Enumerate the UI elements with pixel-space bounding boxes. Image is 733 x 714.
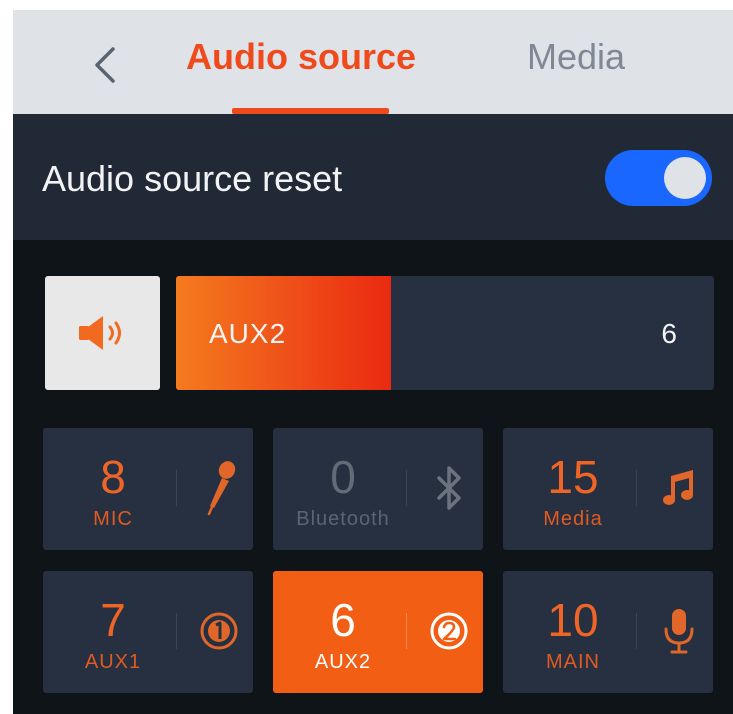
tile-value: 0	[330, 451, 356, 503]
tile-label: AUX1	[84, 651, 142, 673]
tab-audio-source[interactable]: Audio source	[186, 36, 416, 78]
tile-value: 7	[100, 594, 126, 646]
tile-divider	[636, 613, 637, 649]
audio-source-panel: Audio source Media Audio source reset AU…	[13, 10, 733, 714]
audio-source-reset-row: Audio source reset	[13, 114, 733, 240]
source-tile-main[interactable]: 10 MAIN	[503, 571, 713, 693]
tile-value: 10	[547, 594, 599, 646]
header-bar: Audio source Media	[13, 10, 733, 114]
tile-divider	[406, 613, 407, 649]
source-tile-mic[interactable]: 8 MIC	[43, 428, 253, 550]
aux2-icon	[419, 601, 479, 661]
source-tile-aux2[interactable]: 6 AUX2	[273, 571, 483, 693]
tile-label: MIC	[93, 508, 133, 530]
bluetooth-icon	[419, 458, 479, 518]
microphone-icon	[649, 601, 709, 661]
back-button[interactable]	[75, 40, 135, 90]
audio-source-reset-toggle[interactable]	[605, 150, 712, 206]
current-source-value: 6	[661, 318, 677, 349]
source-tile-bluetooth[interactable]: 0 Bluetooth	[273, 428, 483, 550]
volume-level-slider[interactable]: AUX2 6	[176, 276, 714, 390]
tile-value: 6	[330, 594, 356, 646]
tile-divider	[176, 613, 177, 649]
toggle-knob	[664, 157, 706, 199]
tile-label: AUX2	[314, 651, 372, 673]
current-source-name: AUX2	[209, 318, 287, 349]
tile-label: MAIN	[546, 651, 600, 673]
tile-divider	[636, 470, 637, 506]
tile-label: Bluetooth	[296, 508, 390, 530]
source-tile-media[interactable]: 15 Media	[503, 428, 713, 550]
speaker-icon	[78, 316, 121, 350]
source-tile-aux1[interactable]: 7 AUX1	[43, 571, 253, 693]
tab-media[interactable]: Media	[527, 36, 625, 78]
tile-label: Media	[543, 508, 603, 530]
tile-value: 15	[547, 451, 599, 503]
music-note-icon	[649, 458, 709, 518]
tile-divider	[406, 470, 407, 506]
microphone-handheld-icon	[189, 458, 249, 518]
tile-value: 8	[100, 451, 126, 503]
chevron-left-icon	[95, 47, 115, 83]
tile-divider	[176, 470, 177, 506]
aux1-icon	[189, 601, 249, 661]
audio-source-reset-label: Audio source reset	[42, 158, 343, 199]
mute-button[interactable]	[45, 276, 160, 390]
